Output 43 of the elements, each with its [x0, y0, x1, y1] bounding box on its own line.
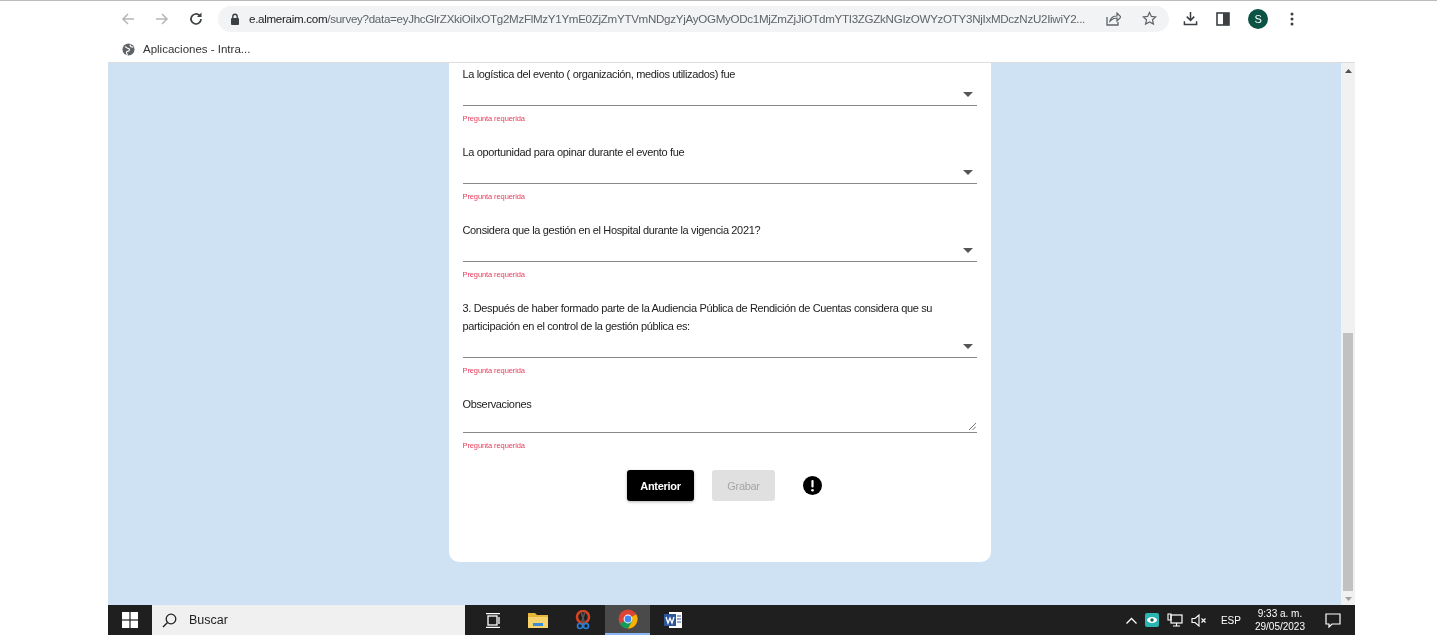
chevron-up-icon[interactable] — [1125, 616, 1137, 624]
clock-time[interactable]: 9:33 a. m. — [1257, 607, 1303, 620]
menu-icon[interactable] — [1290, 11, 1295, 26]
download-icon[interactable] — [1183, 11, 1199, 26]
notification-icon[interactable] — [1325, 612, 1341, 628]
address-bar[interactable]: e.almeraim.com/survey?data=eyJhcGlrZXkiOiIxOTg2MzFlMzY1YmE0ZjZmYTVmNDgzYjAyOGMyODc1MjZmZjJiOTdmYTI3ZGZkNGIzOWYzOTY3NjIxMDczNzU2IiwiY2... — [218, 5, 1170, 32]
star-icon[interactable] — [1142, 11, 1158, 26]
dropdown-caret-icon — [962, 343, 973, 349]
lock-icon — [230, 12, 240, 25]
dropdown-caret-icon — [962, 169, 973, 175]
globe-icon — [122, 42, 135, 56]
profile-avatar[interactable]: S — [1248, 8, 1269, 29]
question-label: Observaciones — [462, 397, 533, 412]
scrollbar-thumb[interactable] — [1343, 333, 1353, 591]
folder-icon — [527, 612, 548, 628]
side-panel-icon[interactable] — [1216, 11, 1231, 26]
network-icon[interactable] — [1166, 613, 1183, 627]
bookmark-item[interactable]: Aplicaciones - Intra... — [122, 42, 251, 56]
language-indicator[interactable]: ESP — [1220, 614, 1241, 626]
scroll-up-icon[interactable] — [1344, 69, 1352, 73]
question-label: La logística del evento ( organización, medios utilizados) fue — [462, 67, 736, 82]
windows-start-icon[interactable] — [122, 612, 138, 628]
browser-icon — [617, 609, 638, 629]
dropdown-caret-icon — [962, 91, 973, 97]
scissors-icon — [573, 610, 592, 630]
task-view-icon — [484, 612, 501, 628]
warning-icon — [803, 476, 822, 495]
reload-icon[interactable] — [188, 10, 204, 27]
url-text: e.almeraim.com/survey?data=eyJhcGlrZXkiOiIxOTg2MzFlMzY1YmE0ZjZmYTVmNDgzYjAyOGMyODc1MjZmZjJiOTdmYTI3ZGZkNGIzOWYzOTY3NjIxMDczNzU2IiwiY2... — [249, 12, 1086, 25]
eye-icon[interactable] — [1144, 613, 1159, 627]
document-icon — [662, 611, 683, 629]
taskbar-search-field[interactable]: Buscar — [152, 605, 465, 635]
question-label: La oportunidad para opinar durante el evento fue — [462, 145, 686, 160]
resize-handle-icon[interactable] — [968, 423, 976, 430]
muted-speaker-icon[interactable] — [1190, 613, 1207, 627]
previous-button[interactable]: Anterior — [627, 470, 694, 501]
search-icon — [162, 612, 177, 628]
scrollbar[interactable] — [1341, 63, 1355, 605]
question-label: Considera que la gestión en el Hospital durante la vigencia 2021? — [462, 223, 762, 238]
share-icon[interactable] — [1106, 11, 1122, 26]
dropdown-caret-icon — [962, 247, 973, 253]
question-label: 3. Después de haber formado parte de la Audiencia Pública de Rendición de Cuentas considera que su participación en el control de la gestión pública es: — [462, 301, 934, 334]
clock-date[interactable]: 29/05/2023 — [1254, 620, 1305, 633]
